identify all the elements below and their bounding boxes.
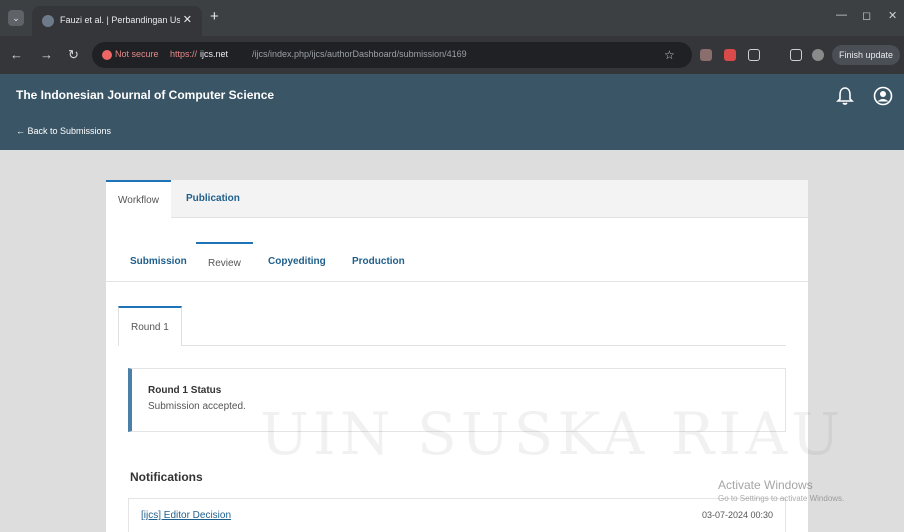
- round-status-text: Submission accepted.: [148, 401, 246, 412]
- extension-icon[interactable]: [724, 49, 736, 61]
- bookmark-star-icon[interactable]: ☆: [664, 48, 675, 62]
- back-to-submissions-link[interactable]: ← Back to Submissions: [16, 126, 111, 136]
- maximize-icon[interactable]: ◻: [862, 9, 871, 22]
- main-tabs: Workflow Publication: [106, 180, 808, 218]
- tab-title: Fauzi et al. | Perbandingan Usa: [60, 15, 180, 25]
- forward-arrow-icon[interactable]: →: [40, 47, 53, 62]
- url-path: /ijcs/index.php/ijcs/authorDashboard/sub…: [252, 49, 467, 59]
- favicon-icon: [42, 15, 54, 27]
- bell-icon[interactable]: [836, 86, 854, 106]
- url-scheme: https://: [170, 49, 198, 59]
- url-host: ijcs.net: [200, 49, 229, 59]
- tab-production[interactable]: Production: [340, 242, 417, 282]
- back-arrow-icon[interactable]: ←: [10, 47, 23, 62]
- round-status-title: Round 1 Status: [148, 385, 222, 396]
- submission-panel: Workflow Publication Submission Review C…: [106, 180, 808, 532]
- finish-update-button[interactable]: Finish update: [832, 45, 900, 65]
- journal-title[interactable]: The Indonesian Journal of Computer Scien…: [16, 88, 274, 102]
- site-header: The Indonesian Journal of Computer Scien…: [0, 74, 904, 150]
- tab-workflow[interactable]: Workflow: [106, 180, 171, 218]
- new-tab-button[interactable]: +: [210, 8, 219, 25]
- tab-copyediting[interactable]: Copyediting: [256, 242, 338, 282]
- tab-close-icon[interactable]: ✕: [183, 13, 192, 26]
- not-secure-label[interactable]: Not secure: [115, 49, 159, 59]
- reload-icon[interactable]: ↻: [68, 47, 79, 63]
- tab-round-1[interactable]: Round 1: [118, 306, 182, 346]
- stage-tabs: Submission Review Copyediting Production: [106, 242, 808, 282]
- notification-date: 03-07-2024 00:30: [701, 510, 773, 520]
- activate-windows-title: Activate Windows: [718, 478, 813, 492]
- extensions-puzzle-icon[interactable]: [748, 49, 760, 61]
- browser-tab[interactable]: Fauzi et al. | Perbandingan Usa ✕: [32, 6, 202, 36]
- browser-toolbar: ← → ↻ Not secure https:// ijcs.net /ijcs…: [0, 36, 904, 74]
- tab-search-icon[interactable]: ⌄: [8, 10, 24, 26]
- page-content: Workflow Publication Submission Review C…: [0, 150, 904, 532]
- minimize-icon[interactable]: —: [836, 9, 847, 21]
- browser-tab-bar: ⌄ Fauzi et al. | Perbandingan Usa ✕ + — …: [0, 0, 904, 36]
- tab-publication[interactable]: Publication: [174, 180, 252, 218]
- close-window-icon[interactable]: ✕: [888, 9, 897, 22]
- watermark-text: UIN SUSKA RIAU: [260, 400, 844, 468]
- notifications-heading: Notifications: [130, 470, 203, 484]
- user-account-icon[interactable]: [873, 86, 893, 106]
- warning-icon: [102, 50, 112, 60]
- activate-windows-notice: Activate Windows Go to Settings to activ…: [718, 478, 844, 503]
- side-panel-icon[interactable]: [790, 49, 802, 61]
- activate-windows-subtitle: Go to Settings to activate Windows.: [718, 494, 845, 503]
- address-bar[interactable]: Not secure https:// ijcs.net /ijcs/index…: [92, 42, 692, 68]
- notification-link[interactable]: [ijcs] Editor Decision: [141, 510, 231, 521]
- extension-icon[interactable]: [700, 49, 712, 61]
- profile-avatar[interactable]: [812, 49, 824, 61]
- tab-review[interactable]: Review: [196, 242, 253, 282]
- notification-row: [ijcs] Editor Decision 03-07-2024 00:30: [128, 498, 786, 532]
- round-tabs: Round 1: [118, 306, 786, 346]
- tab-submission[interactable]: Submission: [118, 242, 199, 282]
